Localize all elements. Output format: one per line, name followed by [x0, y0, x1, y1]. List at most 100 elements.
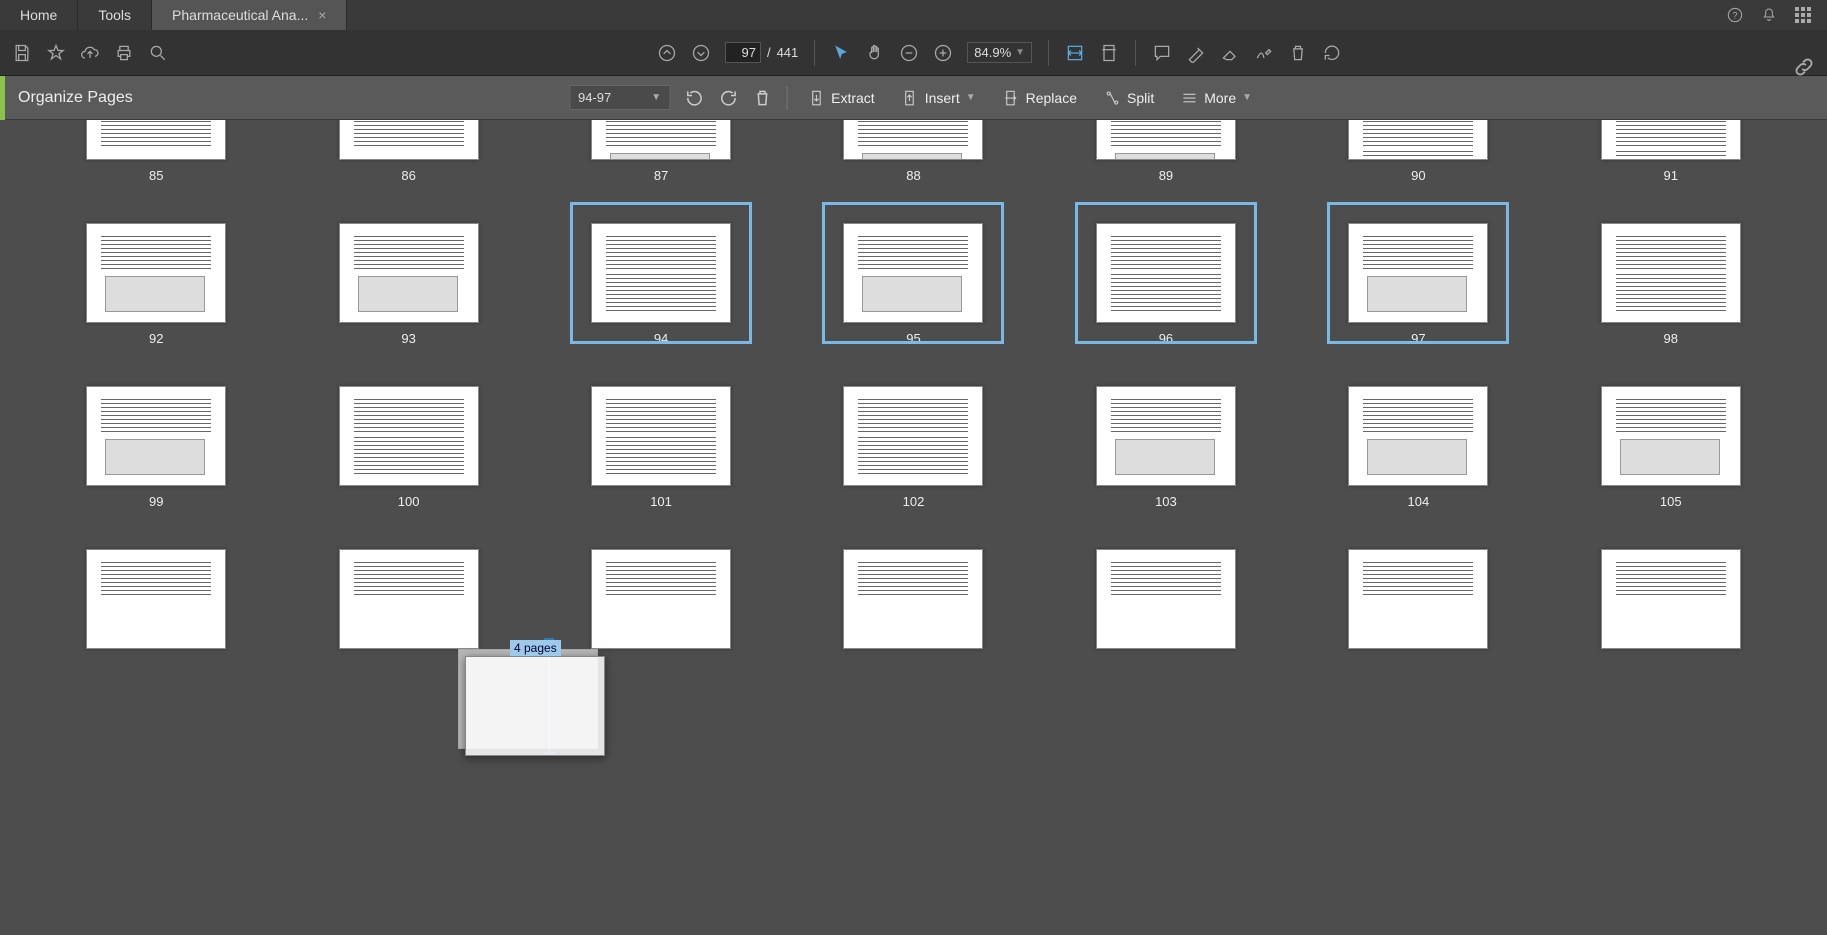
page-thumbnail[interactable]: 95: [817, 223, 1009, 346]
drag-count-label: 4 pages: [510, 640, 561, 656]
thumbnail-grid-container[interactable]: 85 86 87 88 89 90 91 92 93 94 95 96 97 98 99 100 101 102 1…: [0, 120, 1827, 935]
page-thumbnail-image: [591, 386, 731, 486]
insert-button[interactable]: Insert▼: [895, 85, 982, 111]
close-tab-icon[interactable]: ×: [318, 7, 326, 23]
page-thumbnail-label: 100: [398, 494, 420, 509]
link-icon[interactable]: [1793, 56, 1815, 78]
star-icon[interactable]: [46, 43, 66, 63]
page-thumbnail-image: [591, 223, 731, 323]
tab-tools[interactable]: Tools: [78, 0, 152, 30]
page-thumbnail[interactable]: 99: [60, 386, 252, 509]
insert-label: Insert: [925, 90, 960, 106]
chevron-down-icon: ▼: [651, 92, 661, 103]
comment-icon[interactable]: [1152, 43, 1172, 63]
page-thumbnail-image: [339, 223, 479, 323]
page-range-select[interactable]: 94-97 ▼: [569, 85, 670, 110]
page-thumbnail-image: [339, 549, 479, 649]
page-thumbnail-label: 104: [1408, 494, 1430, 509]
page-thumbnail[interactable]: 94: [565, 223, 757, 346]
page-thumbnail[interactable]: 101: [565, 386, 757, 509]
page-thumbnail[interactable]: [1575, 549, 1767, 649]
more-label: More: [1204, 90, 1236, 106]
page-thumbnail-label: 92: [149, 331, 163, 346]
page-thumbnail[interactable]: 85: [60, 120, 252, 183]
zoom-in-icon[interactable]: [933, 43, 953, 63]
page-thumbnail-image: [1348, 549, 1488, 649]
current-page-input[interactable]: [725, 42, 761, 63]
page-thumbnail[interactable]: 92: [60, 223, 252, 346]
page-thumbnail-image: [86, 386, 226, 486]
page-thumbnail-image: [339, 386, 479, 486]
page-thumbnail[interactable]: [565, 549, 757, 649]
page-thumbnail[interactable]: 97: [1322, 223, 1514, 346]
page-thumbnail[interactable]: 100: [312, 386, 504, 509]
page-thumbnail-label: 101: [650, 494, 672, 509]
bell-icon[interactable]: [1761, 7, 1777, 23]
save-icon[interactable]: [12, 43, 32, 63]
page-thumbnail-label: 103: [1155, 494, 1177, 509]
extract-button[interactable]: Extract: [801, 85, 881, 111]
page-thumbnail[interactable]: 91: [1575, 120, 1767, 183]
page-thumbnail[interactable]: [1070, 549, 1262, 649]
page-thumbnail[interactable]: [312, 549, 504, 649]
page-up-icon[interactable]: [657, 43, 677, 63]
page-thumbnail-label: 96: [1159, 331, 1173, 346]
print-icon[interactable]: [114, 43, 134, 63]
apps-icon[interactable]: [1795, 7, 1811, 23]
page-thumbnail[interactable]: 89: [1070, 120, 1262, 183]
page-thumbnail-label: 98: [1664, 331, 1678, 346]
more-button[interactable]: More▼: [1174, 85, 1258, 111]
page-thumbnail[interactable]: 96: [1070, 223, 1262, 346]
zoom-out-icon[interactable]: [899, 43, 919, 63]
page-thumbnail[interactable]: [1322, 549, 1514, 649]
page-thumbnail[interactable]: 98: [1575, 223, 1767, 346]
page-down-icon[interactable]: [691, 43, 711, 63]
tab-home[interactable]: Home: [0, 0, 78, 30]
page-thumbnail-label: 86: [401, 168, 415, 183]
page-thumbnail-image: [1601, 223, 1741, 323]
fit-width-icon[interactable]: [1065, 43, 1085, 63]
page-thumbnail[interactable]: 105: [1575, 386, 1767, 509]
highlight-icon[interactable]: [1186, 43, 1206, 63]
page-thumbnail[interactable]: 103: [1070, 386, 1262, 509]
delete-page-icon[interactable]: [752, 88, 772, 108]
page-thumbnail[interactable]: 87: [565, 120, 757, 183]
page-thumbnail-image: [1348, 120, 1488, 160]
tabs-bar: Home Tools Pharmaceutical Ana... × ?: [0, 0, 1827, 30]
page-thumbnail[interactable]: [60, 549, 252, 649]
hand-tool-icon[interactable]: [865, 43, 885, 63]
tab-document[interactable]: Pharmaceutical Ana... ×: [152, 0, 347, 30]
refresh-icon[interactable]: [1322, 43, 1342, 63]
page-thumbnail-image: [591, 120, 731, 160]
svg-text:?: ?: [1732, 10, 1737, 20]
split-label: Split: [1127, 90, 1154, 106]
page-thumbnail[interactable]: 93: [312, 223, 504, 346]
page-thumbnail[interactable]: 86: [312, 120, 504, 183]
page-number: / 441: [725, 42, 798, 63]
sign-icon[interactable]: [1254, 43, 1274, 63]
search-icon[interactable]: [148, 43, 168, 63]
rotate-left-icon[interactable]: [684, 88, 704, 108]
replace-button[interactable]: Replace: [996, 85, 1083, 111]
page-thumbnail-image: [843, 386, 983, 486]
page-thumbnail[interactable]: 102: [817, 386, 1009, 509]
rotate-right-icon[interactable]: [718, 88, 738, 108]
zoom-select[interactable]: 84.9% ▼: [967, 42, 1032, 63]
select-tool-icon[interactable]: [831, 43, 851, 63]
page-thumbnail-label: 102: [903, 494, 925, 509]
page-thumbnail[interactable]: 104: [1322, 386, 1514, 509]
zoom-value: 84.9%: [974, 45, 1011, 60]
trash-icon[interactable]: [1288, 43, 1308, 63]
page-thumbnail[interactable]: 88: [817, 120, 1009, 183]
erase-icon[interactable]: [1220, 43, 1240, 63]
page-thumbnail[interactable]: 90: [1322, 120, 1514, 183]
cloud-upload-icon[interactable]: [80, 43, 100, 63]
fit-page-icon[interactable]: [1099, 43, 1119, 63]
page-thumbnail-image: [1348, 386, 1488, 486]
page-thumbnail[interactable]: [817, 549, 1009, 649]
tab-tools-label: Tools: [98, 7, 131, 23]
help-icon[interactable]: ?: [1727, 7, 1743, 23]
page-thumbnail-label: 99: [149, 494, 163, 509]
split-button[interactable]: Split: [1097, 85, 1160, 111]
page-thumbnail-label: 95: [906, 331, 920, 346]
